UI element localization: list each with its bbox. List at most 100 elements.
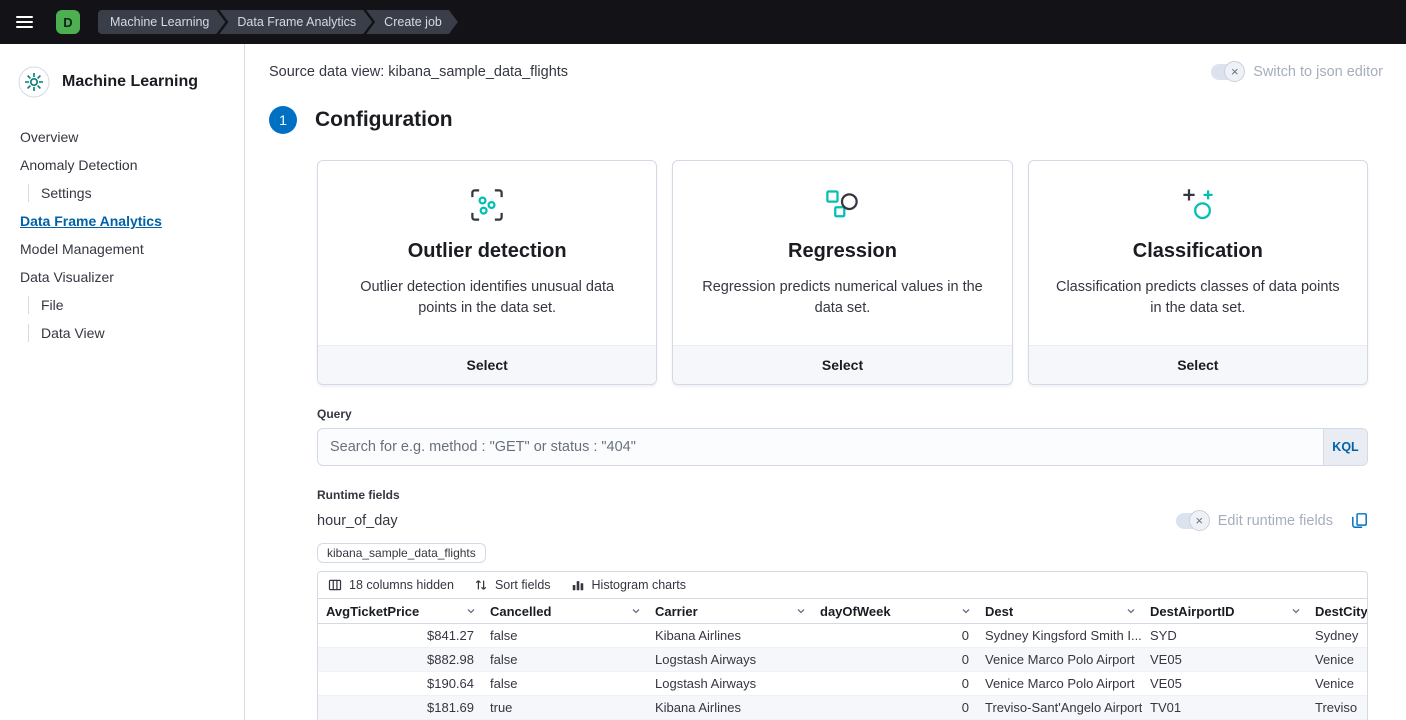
table-cell: VE05 (1142, 672, 1307, 695)
sidebar-item-anomaly-detection[interactable]: Anomaly Detection (16, 156, 228, 174)
space-avatar[interactable]: D (56, 10, 80, 34)
chevron-down-icon (960, 605, 972, 617)
chevron-down-icon (1290, 605, 1302, 617)
copy-icon[interactable] (1351, 512, 1368, 529)
sidebar-item-settings[interactable]: Settings (28, 184, 228, 202)
machine-learning-logo-icon (18, 66, 50, 98)
table-cell: VE05 (1142, 648, 1307, 671)
classification-card[interactable]: Classification Classification predicts c… (1028, 160, 1368, 385)
runtime-fields-label: Runtime fields (317, 488, 1368, 502)
chevron-down-icon (465, 605, 477, 617)
column-header-dest[interactable]: Dest (977, 599, 1142, 623)
table-cell: Logstash Airways (647, 648, 812, 671)
table-cell: false (482, 648, 647, 671)
job-type-cards: Outlier detection Outlier detection iden… (317, 160, 1368, 385)
table-cell: 0 (812, 624, 977, 647)
classification-description: Classification predicts classes of data … (1053, 277, 1343, 319)
column-header-avgticketprice[interactable]: AvgTicketPrice (318, 599, 482, 623)
regression-select-button[interactable]: Select (673, 345, 1011, 384)
query-label: Query (317, 407, 1368, 421)
table-cell: Venice Marco Polo Airport (977, 672, 1142, 695)
column-header-destcityname[interactable]: DestCityName (1307, 599, 1367, 623)
table-cell: Venice Marco Polo Airport (977, 648, 1142, 671)
sidebar-nav: Overview Anomaly Detection Settings Data… (16, 128, 228, 342)
query-search-input[interactable] (318, 429, 1323, 465)
outlier-detection-select-button[interactable]: Select (318, 345, 656, 384)
runtime-field-name: hour_of_day (317, 513, 398, 529)
chevron-down-icon (795, 605, 807, 617)
outlier-detection-card[interactable]: Outlier detection Outlier detection iden… (317, 160, 657, 385)
column-header-dayofweek[interactable]: dayOfWeek (812, 599, 977, 623)
index-badge: kibana_sample_data_flights (317, 543, 486, 563)
query-bar: KQL (317, 428, 1368, 466)
sidebar-item-file[interactable]: File (28, 296, 228, 314)
chevron-down-icon (1125, 605, 1137, 617)
grid-toolbar: 18 columns hidden Sort fields (318, 572, 1367, 598)
sidebar: Machine Learning Overview Anomaly Detect… (0, 44, 245, 720)
json-editor-toggle[interactable] (1211, 64, 1241, 80)
table-cell: Kibana Airlines (647, 696, 812, 719)
breadcrumb: Machine Learning Data Frame Analytics Cr… (98, 10, 458, 34)
outlier-detection-icon (469, 187, 505, 223)
table-cell: Kibana Airlines (647, 624, 812, 647)
table-cell: $181.69 (318, 696, 482, 719)
kql-button[interactable]: KQL (1323, 429, 1367, 465)
sidebar-item-data-visualizer[interactable]: Data Visualizer (16, 268, 228, 286)
table-cell: 0 (812, 672, 977, 695)
grid-header-row: AvgTicketPrice Cancelled Carrier dayOfWe… (318, 598, 1367, 624)
regression-title: Regression (697, 240, 987, 263)
sidebar-item-model-management[interactable]: Model Management (16, 240, 228, 258)
table-cell: Logstash Airways (647, 672, 812, 695)
edit-runtime-fields-label: Edit runtime fields (1218, 513, 1333, 529)
chevron-down-icon (630, 605, 642, 617)
table-cell: Venice (1307, 672, 1367, 695)
breadcrumb-machine-learning[interactable]: Machine Learning (98, 10, 225, 34)
table-cell: Venice (1307, 648, 1367, 671)
table-cell: 0 (812, 696, 977, 719)
table-cell: Treviso-Sant'Angelo Airport (977, 696, 1142, 719)
top-navigation-bar: D Machine Learning Data Frame Analytics … (0, 0, 1406, 44)
column-header-carrier[interactable]: Carrier (647, 599, 812, 623)
classification-title: Classification (1053, 240, 1343, 263)
sidebar-item-data-view[interactable]: Data View (28, 324, 228, 342)
histogram-icon (571, 578, 585, 592)
histogram-charts-button[interactable]: Histogram charts (571, 578, 686, 592)
switch-off-icon (1189, 510, 1210, 531)
table-row: $841.27 false Kibana Airlines 0 Sydney K… (318, 624, 1367, 648)
table-cell: SYD (1142, 624, 1307, 647)
sidebar-title: Machine Learning (62, 73, 198, 91)
sort-icon (474, 578, 488, 592)
json-editor-toggle-label: Switch to json editor (1253, 64, 1383, 80)
regression-description: Regression predicts numerical values in … (697, 277, 987, 319)
table-cell: TV01 (1142, 696, 1307, 719)
regression-icon (824, 187, 860, 223)
column-header-cancelled[interactable]: Cancelled (482, 599, 647, 623)
sidebar-item-data-frame-analytics[interactable]: Data Frame Analytics (16, 212, 228, 230)
sidebar-item-overview[interactable]: Overview (16, 128, 228, 146)
table-row: $181.69 true Kibana Airlines 0 Treviso-S… (318, 696, 1367, 720)
breadcrumb-data-frame-analytics[interactable]: Data Frame Analytics (219, 10, 372, 34)
table-cell: Treviso (1307, 696, 1367, 719)
sort-fields-button[interactable]: Sort fields (474, 578, 551, 592)
table-cell: 0 (812, 648, 977, 671)
classification-select-button[interactable]: Select (1029, 345, 1367, 384)
breadcrumb-create-job: Create job (366, 10, 458, 34)
columns-hidden-button[interactable]: 18 columns hidden (328, 578, 454, 592)
table-cell: false (482, 672, 647, 695)
edit-runtime-fields-toggle[interactable] (1176, 513, 1206, 529)
column-header-destairportid[interactable]: DestAirportID (1142, 599, 1307, 623)
table-cell: true (482, 696, 647, 719)
table-cell: false (482, 624, 647, 647)
table-row: $882.98 false Logstash Airways 0 Venice … (318, 648, 1367, 672)
table-cell: $190.64 (318, 672, 482, 695)
menu-icon[interactable] (16, 10, 40, 34)
table-cell: $882.98 (318, 648, 482, 671)
source-data-grid: 18 columns hidden Sort fields (317, 571, 1368, 720)
step-number-badge: 1 (269, 106, 297, 134)
classification-icon (1180, 187, 1216, 223)
outlier-detection-description: Outlier detection identifies unusual dat… (342, 277, 632, 319)
step-title: Configuration (315, 108, 453, 132)
regression-card[interactable]: Regression Regression predicts numerical… (672, 160, 1012, 385)
outlier-detection-title: Outlier detection (342, 240, 632, 263)
source-data-view-label: Source data view: kibana_sample_data_fli… (269, 64, 568, 80)
